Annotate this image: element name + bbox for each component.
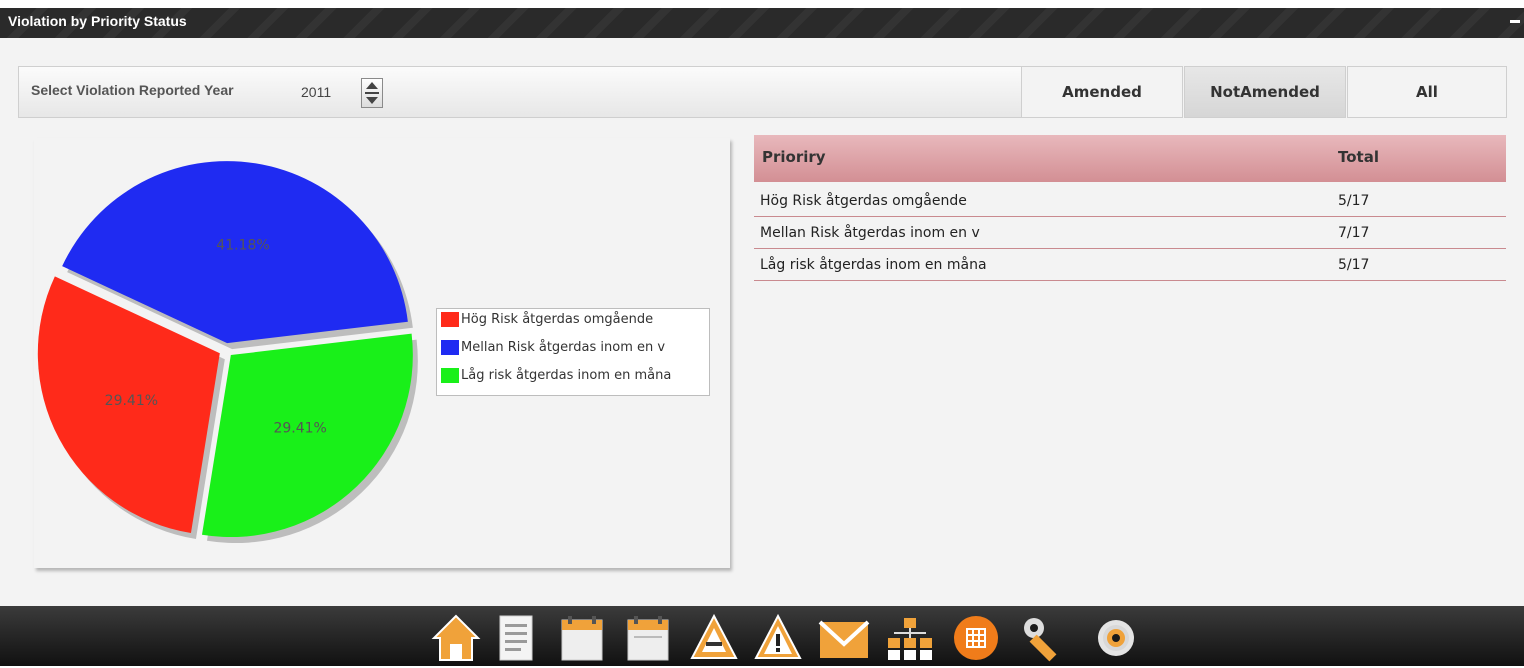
column-header-total: Total	[1338, 148, 1379, 166]
chart-legend: Hög Risk åtgerdas omgående Mellan Risk å…	[436, 308, 710, 396]
legend-swatch-high	[441, 312, 459, 327]
bottom-dock	[0, 606, 1524, 666]
calendar-icon[interactable]	[556, 612, 608, 664]
tab-amended[interactable]: Amended	[1021, 66, 1183, 118]
tab-all[interactable]: All	[1347, 66, 1507, 118]
pie-data-label: 29.41%	[273, 420, 326, 436]
cell-priority: Mellan Risk åtgerdas inom en v	[760, 225, 980, 241]
cell-total: 5/17	[1338, 193, 1370, 209]
cell-total: 7/17	[1338, 225, 1370, 241]
legend-swatch-low	[441, 368, 459, 383]
wrench-icon[interactable]	[1018, 612, 1070, 664]
cell-priority: Hög Risk åtgerdas omgående	[760, 193, 967, 209]
minimize-icon[interactable]	[1510, 20, 1520, 23]
grid-icon[interactable]	[950, 612, 1002, 664]
mail-icon[interactable]	[818, 612, 870, 664]
gear-icon[interactable]	[1090, 612, 1142, 664]
pie-data-label: 29.41%	[105, 393, 158, 409]
warning-outline-icon[interactable]	[688, 612, 740, 664]
table-header: Prioriry Total	[754, 135, 1506, 182]
legend-label-high: Hög Risk åtgerdas omgående	[461, 312, 654, 327]
table-row[interactable]: Mellan Risk åtgerdas inom en v 7/17	[754, 218, 1506, 249]
legend-label-medium: Mellan Risk åtgerdas inom en v	[461, 340, 666, 355]
cell-priority: Låg risk åtgerdas inom en måna	[760, 257, 987, 273]
content-area: Select Violation Reported Year 2011 Amen…	[0, 38, 1524, 606]
top-strip	[0, 0, 1524, 8]
warning-icon[interactable]	[752, 612, 804, 664]
org-chart-icon[interactable]	[884, 612, 936, 664]
audit-calendar-icon[interactable]	[622, 612, 674, 664]
document-icon[interactable]	[490, 612, 542, 664]
table-row[interactable]: Hög Risk åtgerdas omgående 5/17	[754, 186, 1506, 217]
legend-item: Hög Risk åtgerdas omgående	[441, 312, 653, 334]
legend-label-low: Låg risk åtgerdas inom en måna	[461, 368, 672, 383]
pie-data-label: 41.18%	[216, 237, 269, 253]
legend-item: Låg risk åtgerdas inom en måna	[441, 368, 671, 390]
tab-notamended[interactable]: NotAmended	[1184, 66, 1346, 118]
column-header-priority: Prioriry	[762, 148, 826, 166]
legend-swatch-medium	[441, 340, 459, 355]
legend-item: Mellan Risk åtgerdas inom en v	[441, 340, 665, 362]
home-icon[interactable]	[430, 612, 482, 664]
cell-total: 5/17	[1338, 257, 1370, 273]
table-row[interactable]: Låg risk åtgerdas inom en måna 5/17	[754, 250, 1506, 281]
window-titlebar: Violation by Priority Status	[0, 8, 1524, 38]
window-title: Violation by Priority Status	[8, 13, 187, 29]
